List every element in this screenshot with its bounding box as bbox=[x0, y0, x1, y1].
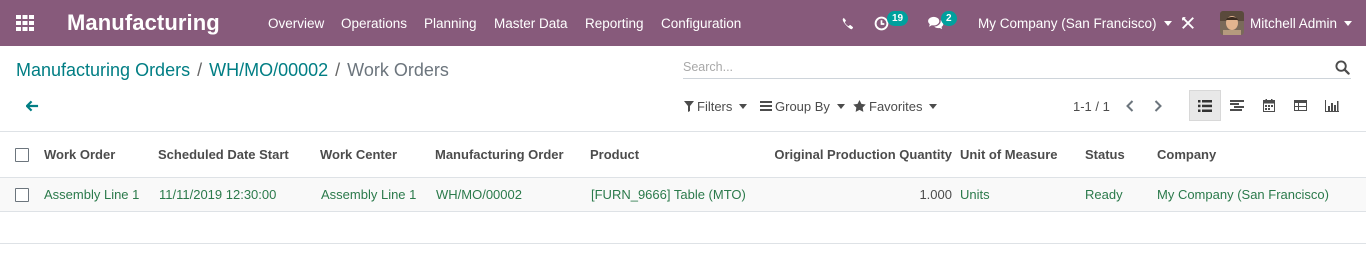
phone-icon[interactable] bbox=[840, 0, 854, 46]
column-header-company[interactable]: Company bbox=[1157, 132, 1216, 177]
pager-previous-button[interactable] bbox=[1123, 96, 1137, 116]
select-all-checkbox[interactable] bbox=[15, 148, 29, 162]
user-name: Mitchell Admin bbox=[1250, 15, 1338, 31]
chevron-right-icon bbox=[1154, 100, 1162, 112]
cell-product: [FURN_9666] Table (MTO) bbox=[591, 187, 746, 202]
cell-status: Ready bbox=[1085, 187, 1123, 202]
back-button[interactable] bbox=[22, 97, 42, 115]
star-icon bbox=[853, 100, 866, 112]
menu-master-data[interactable]: Master Data bbox=[494, 0, 568, 46]
pager-next-button[interactable] bbox=[1151, 96, 1165, 116]
table-header: Work Order Scheduled Date Start Work Cen… bbox=[0, 132, 1366, 178]
breadcrumb-manufacturing-orders[interactable]: Manufacturing Orders bbox=[16, 60, 190, 81]
group-by-dropdown[interactable]: Group By bbox=[760, 96, 845, 116]
graph-view-button[interactable] bbox=[1316, 90, 1348, 121]
page-title: Work Orders bbox=[347, 59, 449, 80]
column-header-original-production-quantity[interactable]: Original Production Quantity bbox=[720, 132, 952, 177]
debug-tools-icon[interactable] bbox=[1180, 0, 1196, 46]
calendar-view-button[interactable] bbox=[1253, 90, 1285, 121]
avatar bbox=[1220, 11, 1244, 35]
column-header-status[interactable]: Status bbox=[1085, 132, 1125, 177]
chevron-down-icon bbox=[929, 103, 938, 109]
breadcrumb: Manufacturing Orders / WH/MO/00002 / Wor… bbox=[16, 58, 449, 82]
breadcrumb-separator: / bbox=[197, 59, 203, 80]
activity-count-badge: 19 bbox=[887, 11, 909, 26]
search-input[interactable] bbox=[683, 56, 1323, 78]
search-icon[interactable] bbox=[1335, 60, 1351, 76]
gantt-view-button[interactable] bbox=[1221, 90, 1253, 121]
list-view-button[interactable] bbox=[1189, 90, 1221, 121]
cell-manufacturing-order: WH/MO/00002 bbox=[436, 187, 522, 202]
column-header-manufacturing-order[interactable]: Manufacturing Order bbox=[435, 132, 564, 177]
search-bar bbox=[683, 56, 1351, 79]
menu-planning[interactable]: Planning bbox=[424, 0, 477, 46]
user-menu[interactable]: Mitchell Admin bbox=[1220, 0, 1353, 46]
arrow-left-icon bbox=[25, 100, 38, 112]
cell-scheduled-date-start: 11/11/2019 12:30:00 bbox=[159, 187, 277, 202]
company-name: My Company (San Francisco) bbox=[978, 15, 1157, 31]
column-header-scheduled-date-start[interactable]: Scheduled Date Start bbox=[158, 132, 289, 177]
column-header-work-center[interactable]: Work Center bbox=[320, 132, 397, 177]
empty-table-row bbox=[0, 212, 1366, 244]
activity-clock-icon[interactable] bbox=[873, 0, 889, 46]
menu-operations[interactable]: Operations bbox=[341, 0, 407, 46]
row-checkbox[interactable] bbox=[15, 188, 29, 202]
filter-icon bbox=[684, 100, 694, 112]
table-row[interactable]: Assembly Line 1 11/11/2019 12:30:00 Asse… bbox=[0, 178, 1366, 212]
cell-work-center: Assembly Line 1 bbox=[321, 187, 417, 202]
chevron-left-icon bbox=[1126, 100, 1134, 112]
app-title[interactable]: Manufacturing bbox=[67, 0, 220, 46]
chevron-down-icon bbox=[836, 103, 845, 109]
group-by-label: Group By bbox=[775, 98, 830, 114]
favorites-dropdown[interactable]: Favorites bbox=[853, 96, 938, 116]
top-navbar: Manufacturing Overview Operations Planni… bbox=[0, 0, 1366, 46]
messages-count-badge: 2 bbox=[941, 11, 957, 26]
column-header-product[interactable]: Product bbox=[590, 132, 639, 177]
menu-reporting[interactable]: Reporting bbox=[585, 0, 644, 46]
breadcrumb-mo-reference[interactable]: WH/MO/00002 bbox=[209, 60, 328, 81]
menu-overview[interactable]: Overview bbox=[268, 0, 324, 46]
company-switcher[interactable]: My Company (San Francisco) bbox=[978, 0, 1172, 46]
cell-work-order: Assembly Line 1 bbox=[44, 187, 140, 202]
filters-dropdown[interactable]: Filters bbox=[684, 96, 748, 116]
gantt-view-icon bbox=[1230, 100, 1244, 111]
filters-label: Filters bbox=[697, 98, 733, 114]
pager-value[interactable]: 1-1 / 1 bbox=[1073, 96, 1110, 116]
cell-original-production-quantity: 1.000 bbox=[919, 187, 952, 202]
cell-unit-of-measure: Units bbox=[960, 187, 990, 202]
list-view-icon bbox=[1198, 99, 1212, 112]
cell-company: My Company (San Francisco) bbox=[1157, 187, 1329, 202]
favorites-label: Favorites bbox=[869, 98, 923, 114]
group-by-icon bbox=[760, 101, 772, 111]
chevron-down-icon bbox=[1163, 20, 1172, 26]
apps-menu-icon[interactable] bbox=[16, 0, 36, 46]
pivot-view-button[interactable] bbox=[1284, 90, 1316, 121]
chevron-down-icon bbox=[739, 103, 748, 109]
chevron-down-icon bbox=[1344, 20, 1353, 26]
graph-view-icon bbox=[1325, 99, 1339, 112]
pivot-view-icon bbox=[1293, 100, 1307, 111]
column-header-work-order[interactable]: Work Order bbox=[44, 132, 115, 177]
menu-configuration[interactable]: Configuration bbox=[661, 0, 741, 46]
column-header-unit-of-measure[interactable]: Unit of Measure bbox=[960, 132, 1058, 177]
breadcrumb-separator: / bbox=[335, 59, 341, 80]
calendar-view-icon bbox=[1263, 99, 1275, 112]
